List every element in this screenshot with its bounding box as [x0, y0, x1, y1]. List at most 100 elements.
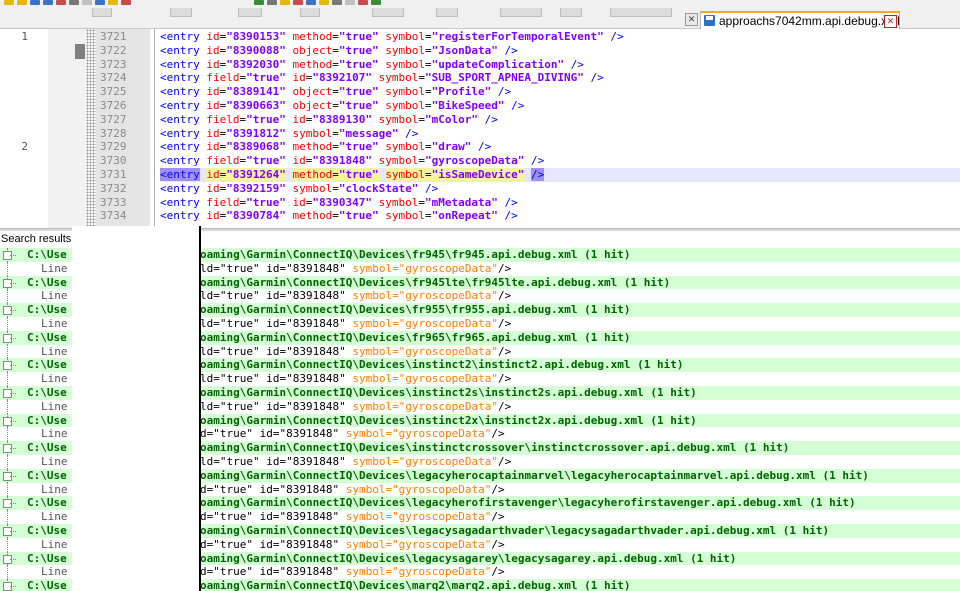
file-path-prefix: C:\Use: [27, 358, 67, 372]
tree-line: [7, 427, 9, 442]
cut-icon[interactable]: [82, 0, 92, 5]
tab-stub[interactable]: [300, 8, 320, 17]
sync-icon[interactable]: [319, 0, 329, 5]
xml-attribute-value: "isSameDevice": [431, 168, 525, 181]
tab-stub[interactable]: [372, 8, 404, 17]
code-line[interactable]: <entry id="8390784" method="true" symbol…: [160, 209, 960, 223]
code-line[interactable]: <entry id="8390088" object="true" symbol…: [160, 44, 960, 58]
tab-stub[interactable]: [170, 8, 192, 17]
xml-equals: =: [332, 30, 339, 43]
tab-close-icon[interactable]: ✕: [685, 13, 698, 26]
tab-stub[interactable]: [238, 8, 262, 17]
tree-line: [7, 510, 9, 524]
file-path: oaming\Garmin\ConnectIQ\Devices\legacysa…: [200, 524, 830, 537]
line-label: Line: [41, 261, 68, 275]
xml-attribute-name: id: [206, 85, 220, 99]
editor-pane[interactable]: 12 3721 3722 3723 3724 3725 3726 3727 3728 3729 3…: [0, 29, 960, 228]
document-map[interactable]: 12: [0, 29, 87, 228]
file-path: oaming\Garmin\ConnectIQ\Devices\fr965\fr…: [200, 330, 631, 344]
macro-record-icon[interactable]: [358, 0, 368, 5]
xml-attribute-value: "8390088": [226, 43, 286, 57]
tab-stub[interactable]: [436, 8, 458, 17]
tab-stub[interactable]: [92, 8, 112, 17]
xml-attribute-value: "BikeSpeed": [431, 99, 505, 112]
macro-play-icon[interactable]: [371, 0, 381, 5]
copy-icon[interactable]: [95, 0, 105, 5]
tab-active-file[interactable]: approachs7042mm.api.debug.xml ✕: [700, 11, 900, 29]
code-line[interactable]: <entry field="true" id="8390347" symbol=…: [160, 196, 960, 210]
paste-icon[interactable]: [108, 0, 118, 5]
file-path: oaming\Garmin\ConnectIQ\Devices\fr955\fr…: [200, 303, 631, 317]
fold-margin[interactable]: [150, 29, 160, 228]
code-line[interactable]: <entry field="true" id="8392107" symbol=…: [160, 71, 960, 85]
xml-attribute: id="8390153": [206, 30, 285, 43]
xml-attribute-name: id: [292, 154, 306, 168]
tab-stub[interactable]: [560, 8, 582, 17]
tab-stub[interactable]: [610, 8, 672, 17]
code-line[interactable]: <entry field="true" id="8391848" symbol=…: [160, 154, 960, 168]
replace-icon[interactable]: [280, 0, 290, 5]
xml-tag: <entry: [160, 140, 200, 154]
tab-close-icon[interactable]: ✕: [884, 15, 897, 28]
xml-attribute-name: symbol: [385, 209, 425, 223]
zoom-in-icon[interactable]: [293, 0, 303, 5]
open-icon[interactable]: [17, 0, 27, 5]
xml-attribute: id="8389130": [293, 113, 372, 126]
code-line[interactable]: <entry id="8389068" method="true" symbol…: [160, 140, 960, 154]
file-path-prefix: C:\Use: [27, 468, 67, 482]
document-map-thumb[interactable]: [75, 44, 85, 59]
code-area[interactable]: <entry id="8390153" method="true" symbol…: [160, 29, 960, 228]
xml-equals: =: [424, 140, 432, 154]
tab-bar: ✕ approachs7042mm.api.debug.xml ✕: [0, 6, 960, 29]
xml-equals: =: [424, 85, 432, 99]
tab-stub[interactable]: [500, 8, 542, 17]
xml-attribute: method="true": [292, 140, 378, 153]
save-icon[interactable]: [30, 0, 40, 5]
file-path-prefix: C:\Use: [27, 386, 67, 399]
xml-attribute-name: id: [206, 99, 220, 112]
code-line[interactable]: <entry field="true" id="8389130" symbol=…: [160, 113, 960, 127]
save-all-icon[interactable]: [43, 0, 53, 5]
zoom-out-icon[interactable]: [306, 0, 316, 5]
code-line[interactable]: <entry id="8391812" symbol="message" />: [160, 127, 960, 141]
tree-line: [7, 289, 9, 304]
line-label: Line: [41, 482, 68, 496]
line-number: 3728: [100, 126, 127, 140]
xml-attribute-value: "registerForTemporalEvent": [431, 30, 604, 43]
indent-icon[interactable]: [345, 0, 355, 5]
print-icon[interactable]: [69, 0, 79, 5]
code-line[interactable]: <entry id="8389141" object="true" symbol…: [160, 85, 960, 99]
code-line[interactable]: <entry id="8390153" method="true" symbol…: [160, 30, 960, 44]
new-icon[interactable]: [4, 0, 14, 5]
wrap-icon[interactable]: [332, 0, 342, 5]
match-text: d="true" id="8391848" symbol="gyroscopeD…: [200, 565, 505, 579]
file-path: oaming\Garmin\ConnectIQ\Devices\marq2\ma…: [200, 579, 631, 591]
file-path: oaming\Garmin\ConnectIQ\Devices\legacysa…: [200, 551, 737, 565]
xml-attribute-value: "true": [338, 43, 379, 57]
tree-line: [10, 365, 16, 367]
file-path-prefix: C:\Use: [27, 579, 67, 591]
document-map-number: 2: [21, 140, 28, 154]
xml-attribute: symbol="gyroscopeData": [379, 154, 525, 167]
xml-attribute-value: "8392107": [312, 71, 372, 85]
close-icon[interactable]: [56, 0, 66, 5]
xml-attribute-name: id: [206, 140, 220, 154]
bookmark-margin[interactable]: [86, 29, 96, 228]
redo-icon[interactable]: [254, 0, 264, 5]
code-line[interactable]: <entry id="8392030" method="true" symbol…: [160, 58, 960, 72]
xml-attribute: method="true": [292, 58, 378, 71]
xml-attribute-value: "gyroscopeData": [424, 154, 525, 168]
file-path: oaming\Garmin\ConnectIQ\Devices\fr945lte…: [200, 275, 671, 289]
tree-line: [10, 255, 16, 256]
tree-line: [7, 317, 9, 331]
find-icon[interactable]: [267, 0, 277, 5]
undo-icon[interactable]: [121, 0, 131, 5]
line-number: 3734: [100, 209, 127, 223]
code-line[interactable]: <entry id="8392159" symbol="clockState" …: [160, 182, 960, 196]
code-line[interactable]: <entry id="8390663" object="true" symbol…: [160, 99, 960, 113]
match-text: ld="true" id="8391848" symbol="gyroscope…: [200, 289, 512, 303]
xml-attribute-name: object: [292, 43, 333, 57]
xml-attribute-name: object: [292, 99, 333, 112]
xml-equals: =: [424, 30, 432, 43]
code-line[interactable]: <entry id="8391264" method="true" symbol…: [160, 168, 960, 182]
